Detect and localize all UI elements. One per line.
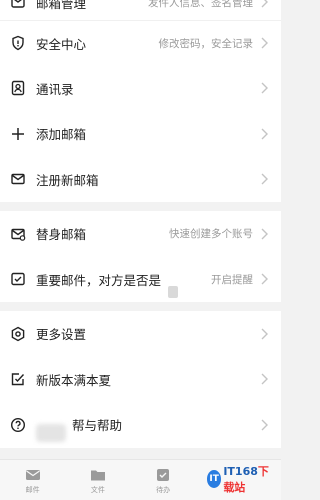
tab-files[interactable]: 文件 <box>73 460 123 495</box>
row-hint: 修改密码，安全记录 <box>158 37 254 50</box>
row-label: 更多设置 <box>36 327 87 343</box>
row-alias-mailbox[interactable]: 替身邮箱 快速创建多个账号 <box>0 211 281 257</box>
help-icon <box>8 415 28 435</box>
checked-mail-icon <box>8 269 28 289</box>
obscured-patch <box>36 424 66 442</box>
row-contacts[interactable]: 通讯录 <box>0 66 281 112</box>
checkbox-note-icon <box>8 369 28 389</box>
row-label: 邮箱管理 <box>36 0 87 11</box>
settings-icon <box>8 324 28 344</box>
watermark-logo: IT <box>207 470 222 488</box>
row-security-center[interactable]: 安全中心 修改密码，安全记录 <box>0 20 281 66</box>
row-more-settings[interactable]: 更多设置 <box>0 311 281 357</box>
row-hint: 发件人信息、签名管理 <box>148 0 253 9</box>
chevron-right-icon <box>261 173 269 185</box>
chevron-right-icon <box>261 37 269 49</box>
row-new-version[interactable]: 新版本满本夏 <box>0 357 281 403</box>
tab-label: 邮件 <box>25 486 40 494</box>
row-label: 通讯录 <box>36 81 74 97</box>
tab-label: 文件 <box>90 486 105 494</box>
watermark-text: IT168下载站 <box>223 463 277 495</box>
chevron-right-icon <box>261 273 269 285</box>
row-label: 新版本满本夏 <box>36 372 112 388</box>
section-divider <box>0 202 281 211</box>
row-mailbox-management[interactable]: 邮箱管理 发件人信息、签名管理 <box>0 0 281 20</box>
tab-todo[interactable]: 待办 <box>138 460 188 495</box>
chevron-right-icon <box>261 228 269 240</box>
row-add-mailbox[interactable]: 添加邮箱 <box>0 111 281 157</box>
row-important-mail-alert[interactable]: 重要邮件，对方是否是 开启提醒 <box>0 257 281 303</box>
shield-icon <box>8 33 28 53</box>
envelope-icon <box>8 169 28 189</box>
chevron-right-icon <box>261 128 269 140</box>
row-label: 重要邮件，对方是否是 <box>36 272 162 288</box>
row-label: 替身邮箱 <box>36 227 87 243</box>
settings-group-features: 替身邮箱 快速创建多个账号 重要邮件，对方是否是 开启提醒 <box>0 211 281 302</box>
chevron-right-icon <box>261 419 269 431</box>
obscured-glyph <box>168 286 178 298</box>
plus-icon <box>8 124 28 144</box>
mail-icon <box>25 470 40 480</box>
folder-icon <box>90 470 105 481</box>
row-hint: 快速创建多个账号 <box>169 228 253 241</box>
row-label: 添加邮箱 <box>36 127 87 143</box>
chevron-right-icon <box>261 0 269 8</box>
chevron-right-icon <box>261 373 269 385</box>
watermark: IT IT168下载站 <box>207 464 277 494</box>
row-label: 帮与帮助 <box>72 418 123 434</box>
chevron-right-icon <box>261 82 269 94</box>
tab-mail[interactable]: 邮件 <box>8 460 58 495</box>
mailbox-icon <box>8 0 28 12</box>
todo-icon <box>157 469 170 481</box>
row-label: 安全中心 <box>36 36 87 52</box>
section-divider <box>0 302 281 311</box>
row-hint: 开启提醒 <box>211 273 253 286</box>
tab-label: 待办 <box>156 486 171 494</box>
chevron-right-icon <box>261 328 269 340</box>
watermark-text-a: IT168 <box>223 465 258 478</box>
settings-group-account: 邮箱管理 发件人信息、签名管理 安全中心 修改密码，安全记录 通讯录 添加邮箱 … <box>0 0 281 202</box>
alias-mail-icon <box>8 224 28 244</box>
contacts-icon <box>8 78 28 98</box>
row-register-mailbox[interactable]: 注册新邮箱 <box>0 157 281 203</box>
row-label: 注册新邮箱 <box>36 172 99 188</box>
